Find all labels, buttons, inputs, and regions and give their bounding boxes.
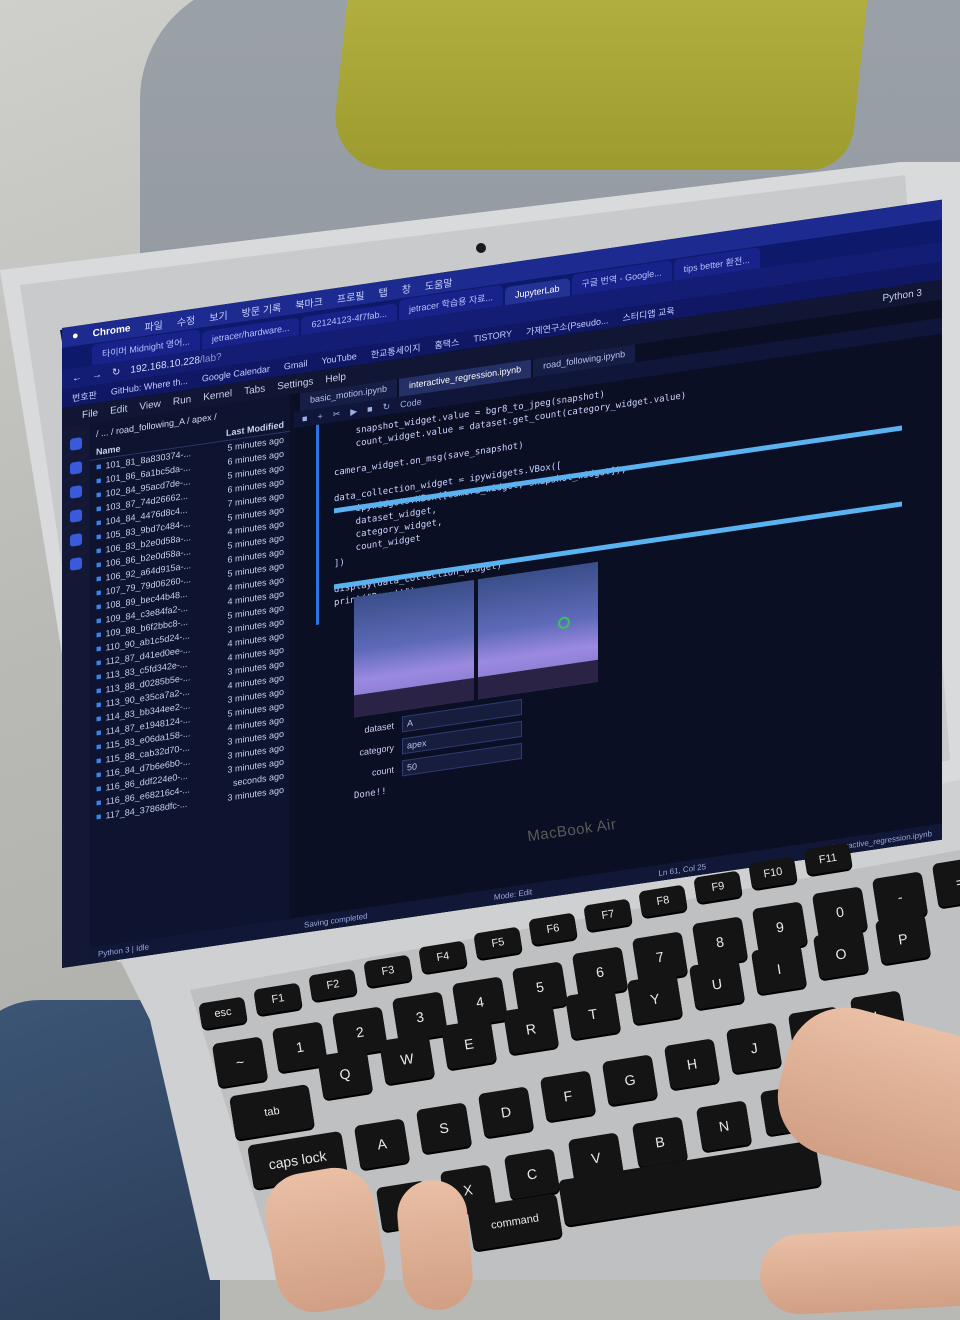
key[interactable]: G <box>601 1054 659 1106</box>
key[interactable]: A <box>353 1118 411 1170</box>
key[interactable]: 9 <box>751 901 809 953</box>
key[interactable]: B <box>631 1116 689 1168</box>
key[interactable]: 8 <box>691 916 749 968</box>
key[interactable]: F11 <box>803 842 853 876</box>
key[interactable]: = <box>931 856 960 908</box>
key[interactable]: E <box>440 1018 498 1070</box>
key[interactable]: T <box>564 988 622 1040</box>
key[interactable]: U <box>688 958 746 1010</box>
key[interactable]: F10 <box>748 856 798 890</box>
key[interactable]: tab <box>229 1084 315 1140</box>
key[interactable]: J <box>725 1022 783 1074</box>
right-thumb <box>758 1223 960 1317</box>
key[interactable]: W <box>378 1033 436 1085</box>
key[interactable]: F <box>539 1070 597 1122</box>
key[interactable]: F6 <box>528 912 578 946</box>
key[interactable]: F7 <box>583 898 633 932</box>
key[interactable]: H <box>663 1038 721 1090</box>
key[interactable]: P <box>874 913 932 965</box>
key[interactable]: Q <box>316 1048 374 1100</box>
key[interactable]: C <box>503 1148 561 1200</box>
key[interactable]: F8 <box>638 884 688 918</box>
key[interactable]: O <box>812 928 870 980</box>
key[interactable]: esc <box>198 996 248 1030</box>
key[interactable]: Y <box>626 973 684 1025</box>
key[interactable]: I <box>750 943 808 995</box>
key[interactable]: ~ <box>211 1036 269 1088</box>
key[interactable]: D <box>477 1086 535 1138</box>
key[interactable]: F4 <box>418 940 468 974</box>
key[interactable]: F5 <box>473 926 523 960</box>
key[interactable]: R <box>502 1003 560 1055</box>
key[interactable]: N <box>695 1100 753 1152</box>
key[interactable]: F1 <box>253 982 303 1016</box>
key[interactable]: S <box>415 1102 473 1154</box>
key[interactable]: F3 <box>363 954 413 988</box>
key[interactable]: F2 <box>308 968 358 1002</box>
key[interactable]: F9 <box>693 870 743 904</box>
